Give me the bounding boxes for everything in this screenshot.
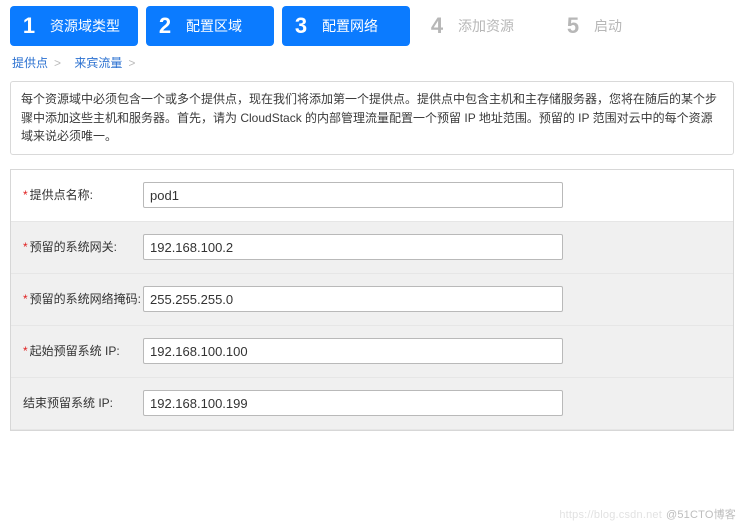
breadcrumb: 提供点 > 来宾流量 > xyxy=(0,50,744,77)
label-reserved-gateway: *预留的系统网关: xyxy=(23,240,143,255)
step-4[interactable]: 4 添加资源 xyxy=(418,6,546,46)
step-label: 配置区域 xyxy=(186,18,242,34)
step-1[interactable]: 1 资源域类型 xyxy=(10,6,138,46)
input-reserved-netmask[interactable] xyxy=(143,286,563,312)
row-start-reserved-ip: *起始预留系统 IP: xyxy=(11,326,733,378)
input-start-reserved-ip[interactable] xyxy=(143,338,563,364)
step-number: 2 xyxy=(152,13,178,39)
step-number: 5 xyxy=(560,13,586,39)
breadcrumb-item-guest-traffic[interactable]: 来宾流量 xyxy=(74,56,122,70)
input-reserved-gateway[interactable] xyxy=(143,234,563,260)
step-number: 3 xyxy=(288,13,314,39)
label-pod-name: *提供点名称: xyxy=(23,188,143,203)
input-end-reserved-ip[interactable] xyxy=(143,390,563,416)
watermark: https://blog.csdn.net@51CTO博客 xyxy=(559,506,736,522)
step-5[interactable]: 5 启动 xyxy=(554,6,682,46)
row-reserved-gateway: *预留的系统网关: xyxy=(11,222,733,274)
row-end-reserved-ip: 结束预留系统 IP: xyxy=(11,378,733,430)
label-end-reserved-ip: 结束预留系统 IP: xyxy=(23,396,143,411)
label-start-reserved-ip: *起始预留系统 IP: xyxy=(23,344,143,359)
row-reserved-netmask: *预留的系统网络掩码: xyxy=(11,274,733,326)
step-number: 4 xyxy=(424,13,450,39)
label-reserved-netmask: *预留的系统网络掩码: xyxy=(23,292,143,307)
step-3[interactable]: 3 配置网络 xyxy=(282,6,410,46)
step-number: 1 xyxy=(16,13,42,39)
breadcrumb-item-pod[interactable]: 提供点 xyxy=(12,56,48,70)
step-2[interactable]: 2 配置区域 xyxy=(146,6,274,46)
step-label: 配置网络 xyxy=(322,18,378,34)
step-label: 启动 xyxy=(594,18,622,34)
description-box: 每个资源域中必须包含一个或多个提供点，现在我们将添加第一个提供点。提供点中包含主… xyxy=(10,81,734,155)
pod-form: *提供点名称: *预留的系统网关: *预留的系统网络掩码: *起始预留系统 IP… xyxy=(10,169,734,431)
step-label: 资源域类型 xyxy=(50,18,120,34)
wizard-steps: 1 资源域类型 2 配置区域 3 配置网络 4 添加资源 5 启动 xyxy=(0,0,744,50)
input-pod-name[interactable] xyxy=(143,182,563,208)
breadcrumb-sep: > xyxy=(128,56,135,70)
row-pod-name: *提供点名称: xyxy=(11,170,733,222)
breadcrumb-sep: > xyxy=(54,56,61,70)
step-label: 添加资源 xyxy=(458,18,514,34)
